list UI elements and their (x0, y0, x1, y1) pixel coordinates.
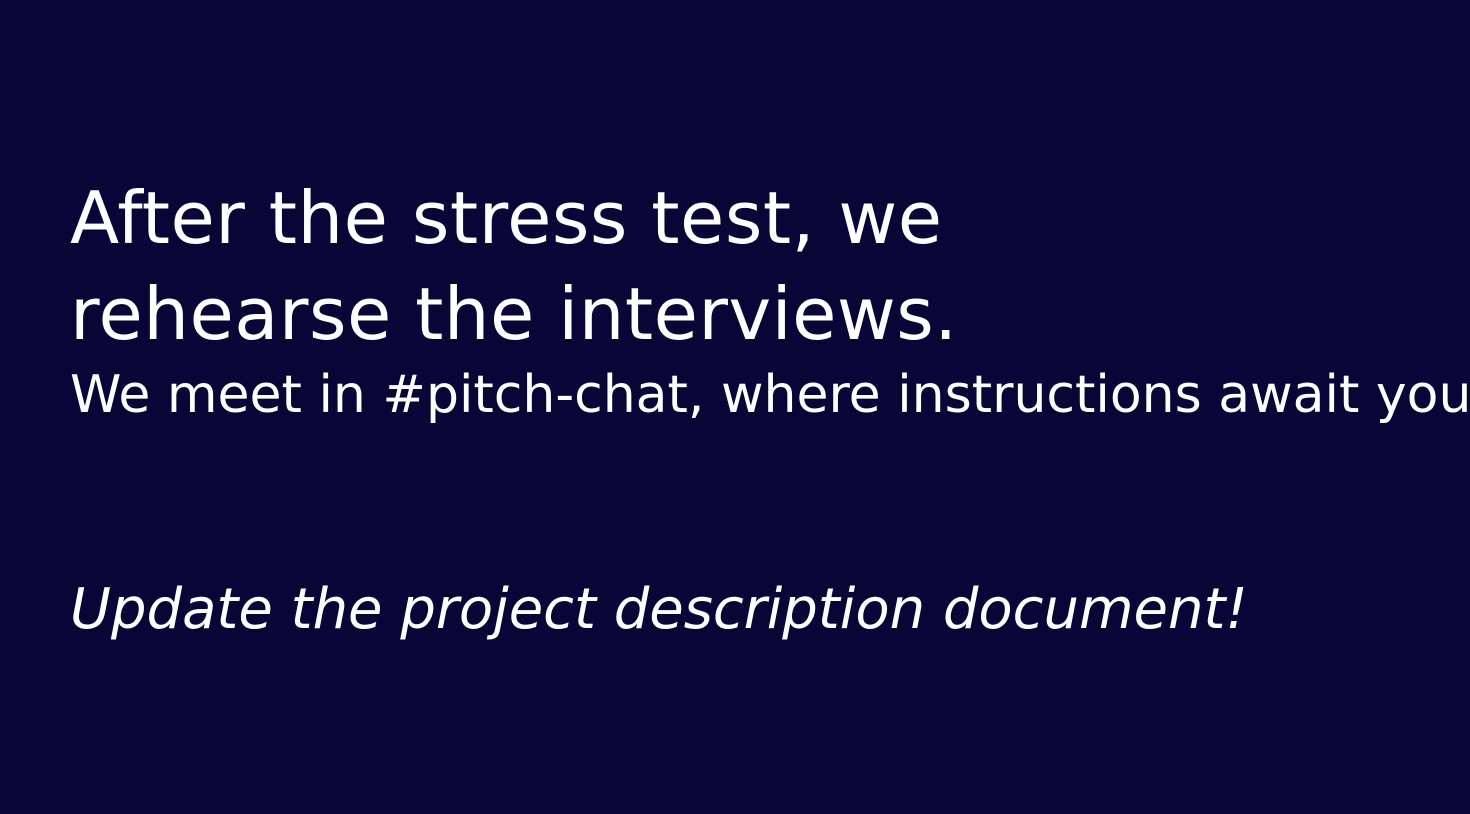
update-reminder: Update the project description document! (70, 577, 1248, 642)
slide-heading: After the stress test, we rehearse the i… (70, 170, 958, 362)
heading-line-1: After the stress test, we (70, 176, 943, 260)
slide-body: We meet in #pitch-chat, where instructio… (70, 360, 1470, 430)
body-line-2: where instructions await you (720, 365, 1470, 425)
body-line-1: We meet in #pitch-chat, (70, 365, 705, 425)
body-line-2-wrapper: where instructions await you (721, 360, 1470, 430)
slide: After the stress test, we rehearse the i… (0, 0, 1470, 814)
heading-line-2: rehearse the interviews. (70, 272, 958, 356)
